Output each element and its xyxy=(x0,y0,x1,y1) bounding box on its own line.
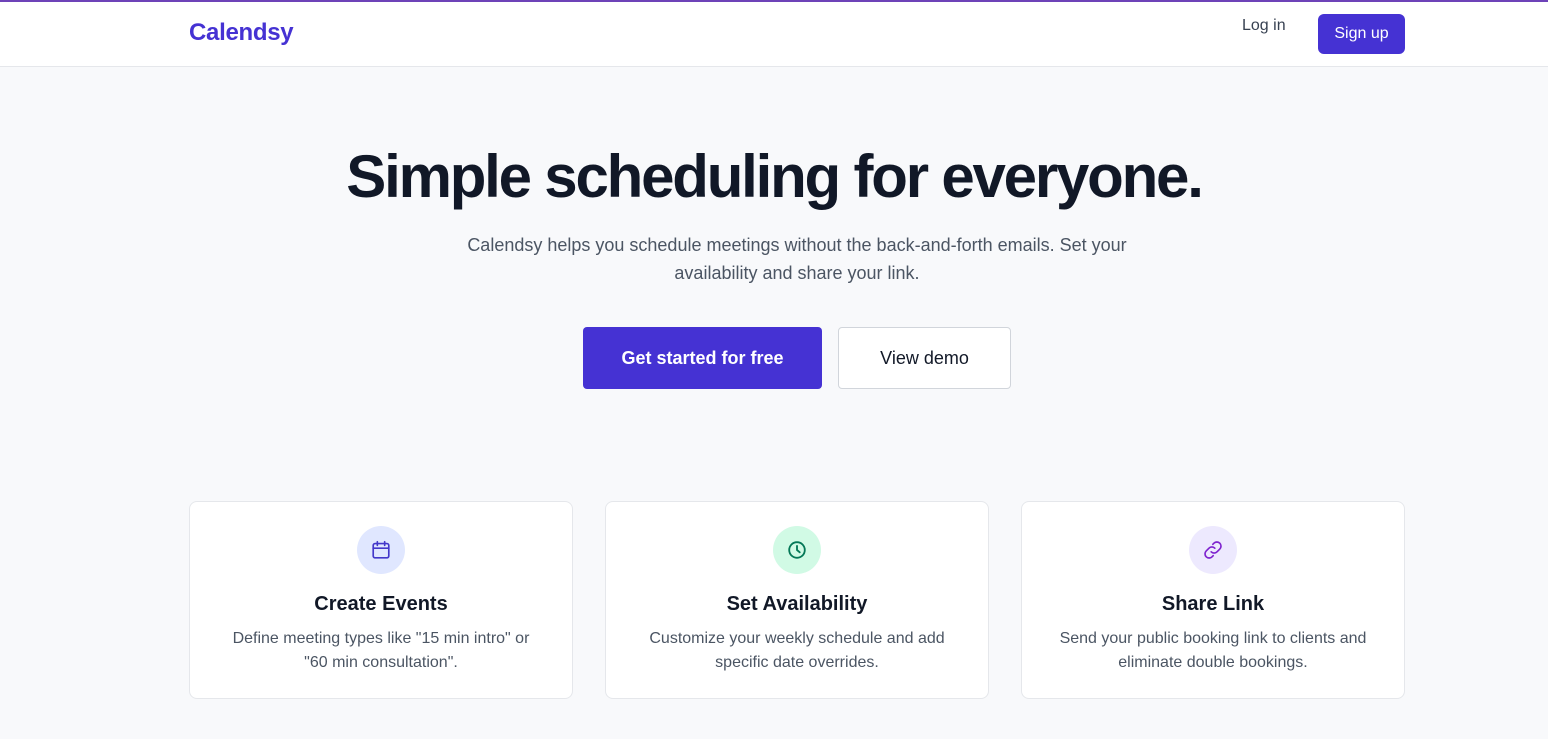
feature-description: Customize your weekly schedule and add s… xyxy=(649,630,945,671)
feature-card-share-link: Share Link Send your public booking link… xyxy=(1021,501,1405,699)
feature-card-set-availability: Set Availability Customize your weekly s… xyxy=(605,501,989,699)
feature-description: Define meeting types like "15 min intro"… xyxy=(232,630,530,671)
feature-title: Create Events xyxy=(314,593,448,615)
signup-button[interactable]: Sign up xyxy=(1318,14,1405,54)
feature-title: Set Availability xyxy=(726,593,868,615)
hero-subtitle: Calendsy helps you schedule meetings wit… xyxy=(467,235,1127,283)
feature-title: Share Link xyxy=(1161,593,1265,615)
calendar-icon xyxy=(357,526,405,574)
brand-logo[interactable]: Calendsy xyxy=(189,19,294,47)
get-started-button[interactable]: Get started for free xyxy=(583,327,822,389)
login-link[interactable]: Log in xyxy=(1242,17,1286,35)
feature-description: Send your public booking link to clients… xyxy=(1059,630,1367,671)
view-demo-button[interactable]: View demo xyxy=(838,327,1011,389)
clock-icon xyxy=(773,526,821,574)
hero-title: Simple scheduling for everyone. xyxy=(346,143,1204,210)
top-navbar: Calendsy Log in Sign up xyxy=(0,2,1548,67)
feature-card-create-events: Create Events Define meeting types like … xyxy=(189,501,573,699)
link-icon xyxy=(1189,526,1237,574)
